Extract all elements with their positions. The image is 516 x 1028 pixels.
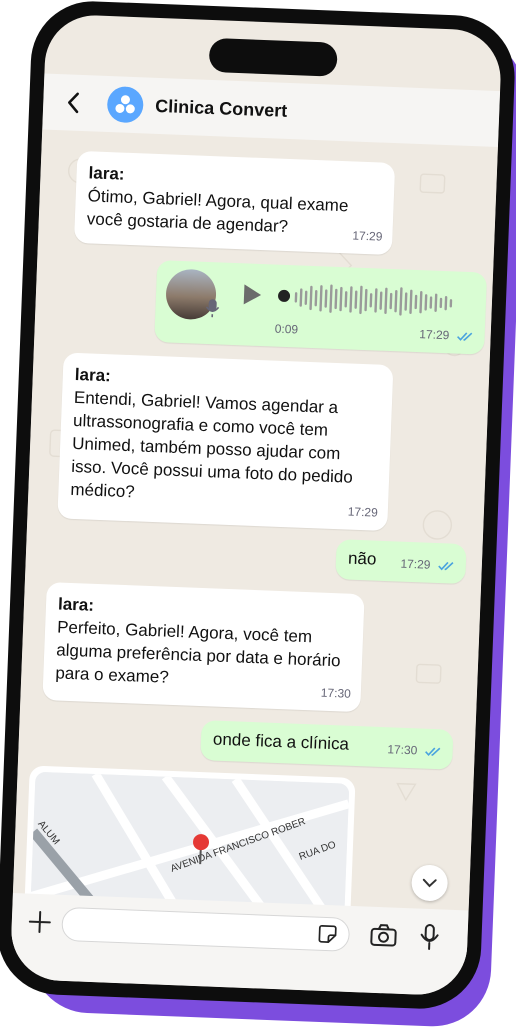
- play-icon[interactable]: [242, 283, 263, 306]
- scroll-down-button[interactable]: [411, 864, 448, 901]
- contact-name[interactable]: Clinica Convert: [155, 95, 288, 121]
- dynamic-island: [209, 38, 338, 77]
- message-incoming[interactable]: lara: Entendi, Gabriel! Vamos agendar a …: [57, 353, 393, 532]
- audio-message-outgoing[interactable]: 0:09 17:29: [154, 260, 487, 355]
- message-text: não: [348, 549, 377, 569]
- plus-icon[interactable]: [27, 910, 52, 935]
- phone-screen: Clinica Convert lara: Ótimo, Gabriel! Ag…: [10, 14, 503, 997]
- message-text: Perfeito, Gabriel! Agora, você tem algum…: [55, 617, 341, 686]
- message-time: 17:30: [387, 738, 443, 763]
- message-text: Ótimo, Gabriel! Agora, qual exame você g…: [86, 186, 348, 236]
- message-text: Entendi, Gabriel! Vamos agendar a ultras…: [70, 388, 353, 501]
- phone-frame: Clinica Convert lara: Ótimo, Gabriel! Ag…: [0, 0, 516, 1011]
- message-time: 17:29: [347, 501, 378, 525]
- mic-badge-icon: [205, 298, 220, 319]
- read-ticks-icon: [438, 561, 456, 572]
- read-ticks-icon: [456, 331, 474, 342]
- message-input[interactable]: [61, 907, 350, 952]
- camera-icon[interactable]: [369, 923, 398, 948]
- contact-avatar[interactable]: [107, 86, 144, 123]
- chevron-down-icon: [422, 878, 436, 888]
- message-time: 17:29: [419, 323, 475, 348]
- message-time: 17:30: [320, 682, 351, 706]
- chat-area[interactable]: lara: Ótimo, Gabriel! Agora, qual exame …: [13, 130, 498, 911]
- message-incoming[interactable]: lara: Perfeito, Gabriel! Agora, você tem…: [42, 582, 364, 712]
- sticker-icon[interactable]: [317, 924, 338, 945]
- message-text: onde fica a clínica: [213, 730, 350, 754]
- audio-progress-dot[interactable]: [278, 290, 290, 302]
- audio-waveform[interactable]: [293, 281, 459, 319]
- message-time: 17:29: [400, 553, 456, 578]
- audio-duration: 0:09: [274, 318, 298, 342]
- convert-logo-icon: [113, 92, 138, 117]
- back-arrow-icon[interactable]: [61, 90, 86, 115]
- message-incoming[interactable]: lara: Ótimo, Gabriel! Agora, qual exame …: [74, 151, 395, 255]
- read-ticks-icon: [424, 746, 442, 757]
- message-outgoing[interactable]: não 17:29: [335, 539, 466, 584]
- composer-bar: [10, 893, 469, 996]
- microphone-icon[interactable]: [419, 923, 440, 952]
- message-time: 17:29: [352, 225, 383, 249]
